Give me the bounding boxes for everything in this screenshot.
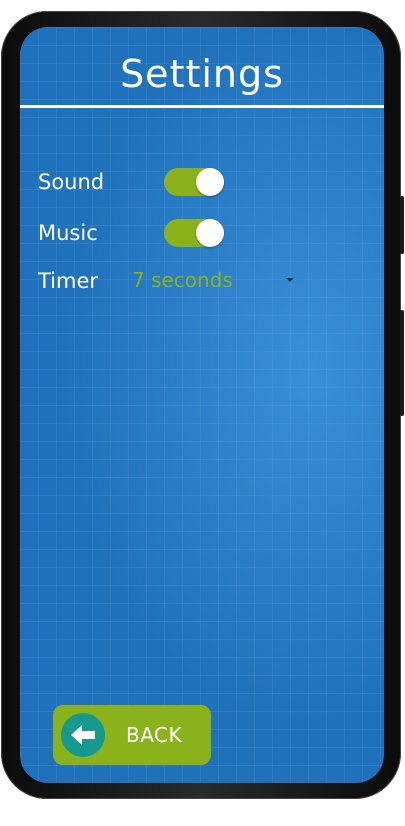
page-title: Settings bbox=[120, 52, 284, 96]
settings-screen: Settings Sound Music Timer 7 seconds BAC… bbox=[20, 27, 384, 783]
music-toggle[interactable] bbox=[164, 219, 224, 247]
phone-side-button bbox=[400, 196, 404, 254]
timer-select[interactable]: 7 seconds bbox=[132, 265, 296, 295]
back-button[interactable]: BACK bbox=[53, 705, 211, 765]
sound-toggle[interactable] bbox=[164, 168, 224, 196]
toggle-knob bbox=[196, 219, 224, 247]
sound-label: Sound bbox=[38, 170, 105, 194]
timer-select-value: 7 seconds bbox=[132, 268, 233, 292]
back-button-label: BACK bbox=[126, 723, 183, 747]
back-icon-circle bbox=[61, 713, 105, 757]
phone-side-button bbox=[400, 310, 404, 416]
music-label: Music bbox=[38, 221, 98, 245]
dropdown-arrow-icon bbox=[286, 278, 294, 282]
toggle-knob bbox=[196, 168, 224, 196]
title-divider bbox=[20, 105, 384, 108]
arrow-left-icon bbox=[71, 725, 95, 745]
timer-label: Timer bbox=[38, 269, 99, 293]
